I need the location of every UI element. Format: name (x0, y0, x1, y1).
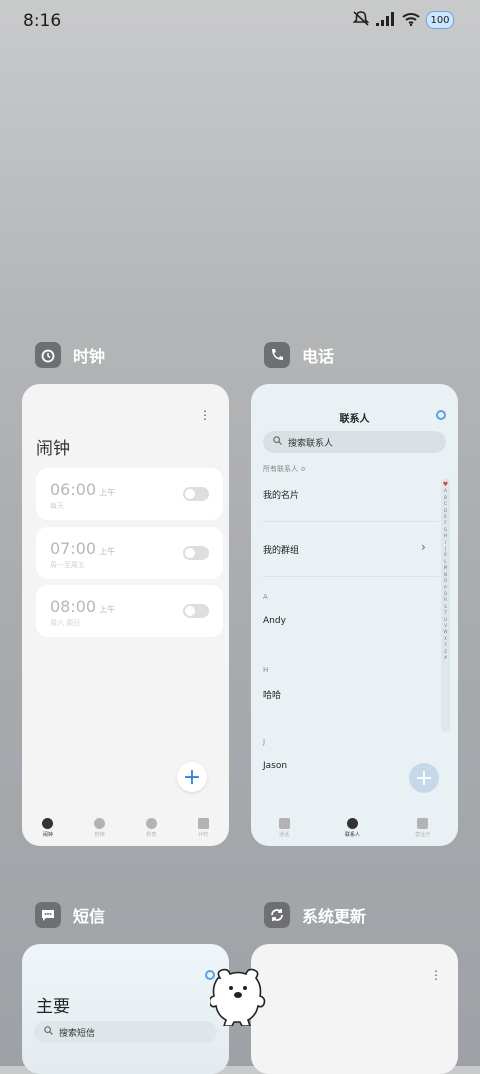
search-icon (44, 1026, 53, 1038)
alarm-ampm: 上午 (99, 488, 116, 497)
app-name-phone: 电话 (302, 347, 335, 366)
add-contact-button[interactable]: + (409, 763, 439, 793)
alarm-item[interactable]: 08:00 上午 周六 周日 (36, 585, 223, 637)
contacts-filter[interactable]: 所有联系人 ≎ (263, 464, 306, 474)
phone-tab-icon (278, 818, 290, 829)
search-placeholder: 搜索联系人 (288, 438, 334, 449)
contact-item[interactable]: 哈哈 (263, 688, 281, 701)
tab-label: 秒表 (146, 832, 157, 838)
battery-indicator: 100 (426, 11, 454, 29)
tab-label: 计时 (198, 832, 209, 838)
store-tab-icon (417, 818, 429, 829)
phone-app-icon (264, 342, 290, 368)
clock-tab-icon (94, 818, 106, 829)
divider (263, 576, 439, 577)
clock-tab-bar: 闹钟 时钟 秒表 计时 (22, 810, 229, 846)
section-letter: H (263, 666, 269, 674)
app-name-clock: 时钟 (73, 347, 106, 366)
alarm-repeat: 周一至周五 (50, 561, 85, 569)
alarm-toggle[interactable] (183, 487, 209, 501)
alarm-ampm: 上午 (99, 547, 116, 556)
status-time: 8:16 (23, 11, 62, 31)
my-group-item[interactable]: 我的群组 (263, 543, 299, 556)
alphabet-index-bar[interactable]: ♥ A B C D E F G H I J K L M N O P Q R S T U V W X Y Z # (441, 478, 450, 732)
sms-app-card[interactable]: 主要 搜索短信 (22, 944, 229, 1074)
alarm-tab-icon (42, 818, 54, 829)
status-bar: 8:16 100 (0, 0, 480, 44)
person-tab-icon (346, 818, 358, 829)
tab-label: 营业厅 (415, 832, 431, 838)
contact-item[interactable]: Andy (263, 616, 286, 626)
divider (263, 521, 439, 522)
alarm-toggle[interactable] (183, 546, 209, 560)
tab-contacts[interactable]: 联系人 (345, 818, 360, 838)
sms-page-title: 主要 (36, 997, 70, 1017)
alarm-time: 08:00 (50, 597, 97, 616)
tab-label: 联系人 (344, 832, 360, 838)
tab-label: 通话 (279, 832, 290, 838)
clock-page-title: 闹钟 (36, 439, 70, 459)
tab-alarm[interactable]: 闹钟 (42, 818, 54, 838)
contacts-search-input[interactable]: 搜索联系人 (263, 431, 446, 453)
tab-clock[interactable]: 时钟 (94, 818, 106, 838)
app-label-sms[interactable]: 短信 (35, 902, 105, 928)
app-label-system-update[interactable]: 系统更新 (264, 902, 366, 928)
my-card-item[interactable]: 我的名片 (263, 488, 299, 501)
tab-label: 时钟 (94, 832, 105, 838)
section-letter: A (263, 593, 268, 601)
contacts-title: 联系人 (339, 414, 370, 425)
app-label-clock[interactable]: 时钟 (35, 342, 105, 368)
search-placeholder: 搜索短信 (59, 1028, 96, 1039)
sms-app-icon (35, 902, 61, 928)
phone-app-card[interactable]: 联系人 搜索联系人 所有联系人 ≎ 我的名片 我的群组 › A Andy H 哈… (251, 384, 458, 846)
app-label-phone[interactable]: 电话 (264, 342, 334, 368)
add-alarm-button[interactable]: + (177, 762, 207, 792)
tab-service-hall[interactable]: 营业厅 (415, 818, 430, 838)
contact-item[interactable]: Jason (263, 761, 287, 771)
more-options-icon[interactable]: ⋮ (199, 408, 211, 422)
system-update-app-card[interactable]: ⋮ (251, 944, 458, 1074)
tab-timer[interactable]: 计时 (197, 818, 209, 838)
search-icon (273, 436, 282, 448)
signal-icon (376, 11, 396, 30)
stopwatch-tab-icon (145, 818, 157, 829)
app-name-sms: 短信 (73, 907, 106, 926)
status-icons: 100 (352, 10, 454, 30)
sms-search-input[interactable]: 搜索短信 (34, 1021, 217, 1043)
alarm-time: 07:00 (50, 539, 97, 558)
alarm-toggle[interactable] (183, 604, 209, 618)
alarm-time: 06:00 (50, 480, 97, 499)
tab-stopwatch[interactable]: 秒表 (145, 818, 157, 838)
clock-app-card[interactable]: ⋮ 闹钟 06:00 上午 每天 07:00 上午 周一至周五 08:00 上午 周六… (22, 384, 229, 846)
system-update-app-icon (264, 902, 290, 928)
settings-gear-icon[interactable] (436, 410, 446, 420)
tab-calls[interactable]: 通话 (278, 818, 290, 838)
tab-label: 闹钟 (42, 832, 53, 838)
chevron-right-icon: › (421, 540, 426, 554)
alarm-repeat: 周六 周日 (50, 619, 81, 627)
hourglass-tab-icon (197, 818, 209, 829)
alarm-time-row: 07:00 上午 (50, 539, 115, 558)
more-options-icon[interactable]: ⋮ (430, 968, 442, 982)
alarm-time-row: 08:00 上午 (50, 597, 115, 616)
app-name-system-update: 系统更新 (302, 907, 367, 926)
bear-sticker-icon[interactable] (208, 968, 266, 1030)
alarm-time-row: 06:00 上午 (50, 480, 115, 499)
alarm-item[interactable]: 07:00 上午 周一至周五 (36, 527, 223, 579)
mute-icon (352, 10, 370, 30)
section-letter: J (263, 738, 266, 746)
phone-tab-bar: 通话 联系人 营业厅 (251, 810, 458, 846)
clock-app-icon (35, 342, 61, 368)
alarm-item[interactable]: 06:00 上午 每天 (36, 468, 223, 520)
alarm-repeat: 每天 (50, 502, 64, 510)
wifi-icon (402, 11, 420, 30)
alarm-ampm: 上午 (99, 605, 116, 614)
index-letter[interactable]: # (444, 655, 447, 661)
